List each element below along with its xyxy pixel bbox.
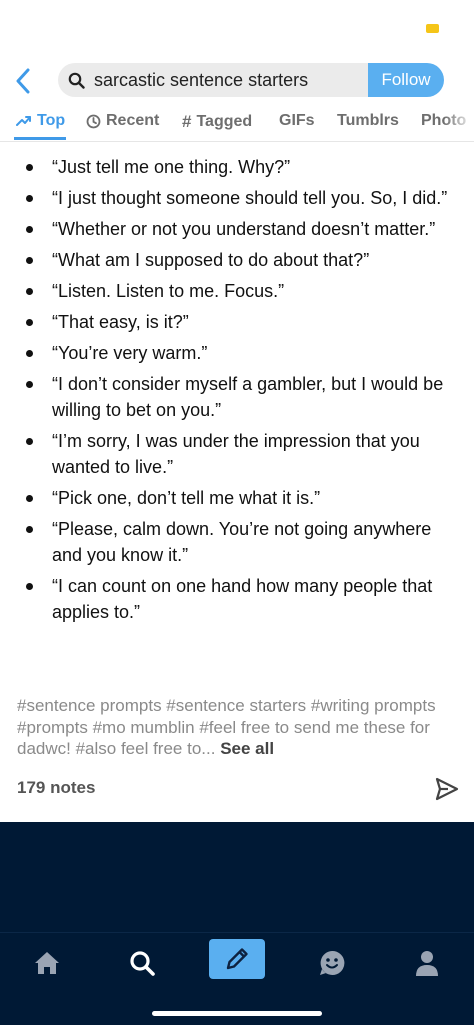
search-input[interactable]: sarcastic sentence starters xyxy=(58,63,372,97)
follow-button[interactable]: Follow xyxy=(368,63,444,97)
quote-text: “That easy, is it?” xyxy=(52,312,189,332)
list-item: “You’re very warm.” xyxy=(0,340,474,366)
home-icon xyxy=(35,952,59,974)
bullet xyxy=(26,495,33,502)
tab-gifs[interactable]: GIFs xyxy=(279,112,315,130)
nav-account[interactable] xyxy=(407,943,447,983)
search-header: sarcastic sentence starters Follow xyxy=(0,56,474,106)
bullet xyxy=(26,350,33,357)
tab-gifs-label: GIFs xyxy=(279,112,315,129)
quote-text: “Please, calm down. You’re not going any… xyxy=(52,519,432,565)
home-indicator xyxy=(152,1011,322,1016)
search-icon xyxy=(130,951,155,976)
bullet xyxy=(26,195,33,202)
list-item: “What am I supposed to do about that?” xyxy=(0,247,474,273)
tabs-fade xyxy=(444,106,474,141)
compose-button[interactable] xyxy=(209,939,265,979)
quote-list: “Just tell me one thing. Why?” “I just t… xyxy=(0,154,474,630)
status-bar xyxy=(0,0,474,56)
quote-text: “I don’t consider myself a gambler, but … xyxy=(52,374,444,420)
empty-feed-area xyxy=(0,822,474,932)
tab-recent-label: Recent xyxy=(106,112,160,129)
post-tags[interactable]: #sentence prompts #sentence starters #wr… xyxy=(17,695,462,760)
nav-activity[interactable] xyxy=(312,943,352,983)
quote-text: “Just tell me one thing. Why?” xyxy=(52,157,291,177)
tab-top-label: Top xyxy=(37,112,66,129)
list-item: “I’m sorry, I was under the impression t… xyxy=(0,428,474,480)
quote-text: “Whether or not you understand doesn’t m… xyxy=(52,219,436,239)
nav-home[interactable] xyxy=(27,943,67,983)
quote-text: “Listen. Listen to me. Focus.” xyxy=(52,281,285,301)
bullet xyxy=(26,583,33,590)
share-button[interactable] xyxy=(434,776,460,802)
clock-icon xyxy=(86,114,101,128)
bullet xyxy=(26,438,33,445)
bullet xyxy=(26,164,33,171)
tab-tagged-label: Tagged xyxy=(196,113,253,130)
bottom-nav xyxy=(0,932,474,1025)
bullet xyxy=(26,319,33,326)
quote-text: “You’re very warm.” xyxy=(52,343,208,363)
search-tabs: Top Recent # Tagged GIFs Tumblrs Photo xyxy=(0,106,474,142)
bullet xyxy=(26,257,33,264)
person-icon xyxy=(416,951,438,976)
active-tab-indicator xyxy=(14,137,66,140)
quote-text: “Pick one, don’t tell me what it is.” xyxy=(52,488,321,508)
list-item: “I don’t consider myself a gambler, but … xyxy=(0,371,474,423)
tab-tumblrs[interactable]: Tumblrs xyxy=(337,112,399,130)
tab-top[interactable]: Top xyxy=(16,112,65,130)
smiley-icon xyxy=(320,950,345,975)
bullet xyxy=(26,526,33,533)
quote-text: “I’m sorry, I was under the impression t… xyxy=(52,431,420,477)
post-footer: 179 notes xyxy=(0,770,474,810)
back-button[interactable] xyxy=(8,64,38,98)
list-item: “Just tell me one thing. Why?” xyxy=(0,154,474,180)
notes-count[interactable]: 179 notes xyxy=(17,778,95,798)
list-item: “That easy, is it?” xyxy=(0,309,474,335)
back-chevron-icon xyxy=(16,68,30,94)
list-item: “Pick one, don’t tell me what it is.” xyxy=(0,485,474,511)
see-all-link[interactable]: See all xyxy=(220,739,274,758)
list-item: “I can count on one hand how many people… xyxy=(0,573,474,625)
list-item: “I just thought someone should tell you.… xyxy=(0,185,474,211)
tab-recent[interactable]: Recent xyxy=(86,112,159,130)
list-item: “Please, calm down. You’re not going any… xyxy=(0,516,474,568)
bullet xyxy=(26,288,33,295)
hash-icon: # xyxy=(182,112,192,131)
quote-text: “I just thought someone should tell you.… xyxy=(52,188,448,208)
nav-search[interactable] xyxy=(122,943,162,983)
quote-text: “I can count on one hand how many people… xyxy=(52,576,433,622)
list-item: “Whether or not you understand doesn’t m… xyxy=(0,216,474,242)
search-query: sarcastic sentence starters xyxy=(94,69,309,90)
send-icon xyxy=(435,777,459,801)
tab-tagged[interactable]: # Tagged xyxy=(182,112,252,132)
post-content: “Just tell me one thing. Why?” “I just t… xyxy=(0,142,474,822)
pencil-icon xyxy=(226,948,248,970)
quote-text: “What am I supposed to do about that?” xyxy=(52,250,370,270)
trending-icon xyxy=(16,116,31,126)
tab-tumblrs-label: Tumblrs xyxy=(337,112,399,129)
battery-indicator xyxy=(426,24,439,33)
search-icon xyxy=(68,71,86,89)
list-item: “Listen. Listen to me. Focus.” xyxy=(0,278,474,304)
bullet xyxy=(26,226,33,233)
bullet xyxy=(26,381,33,388)
